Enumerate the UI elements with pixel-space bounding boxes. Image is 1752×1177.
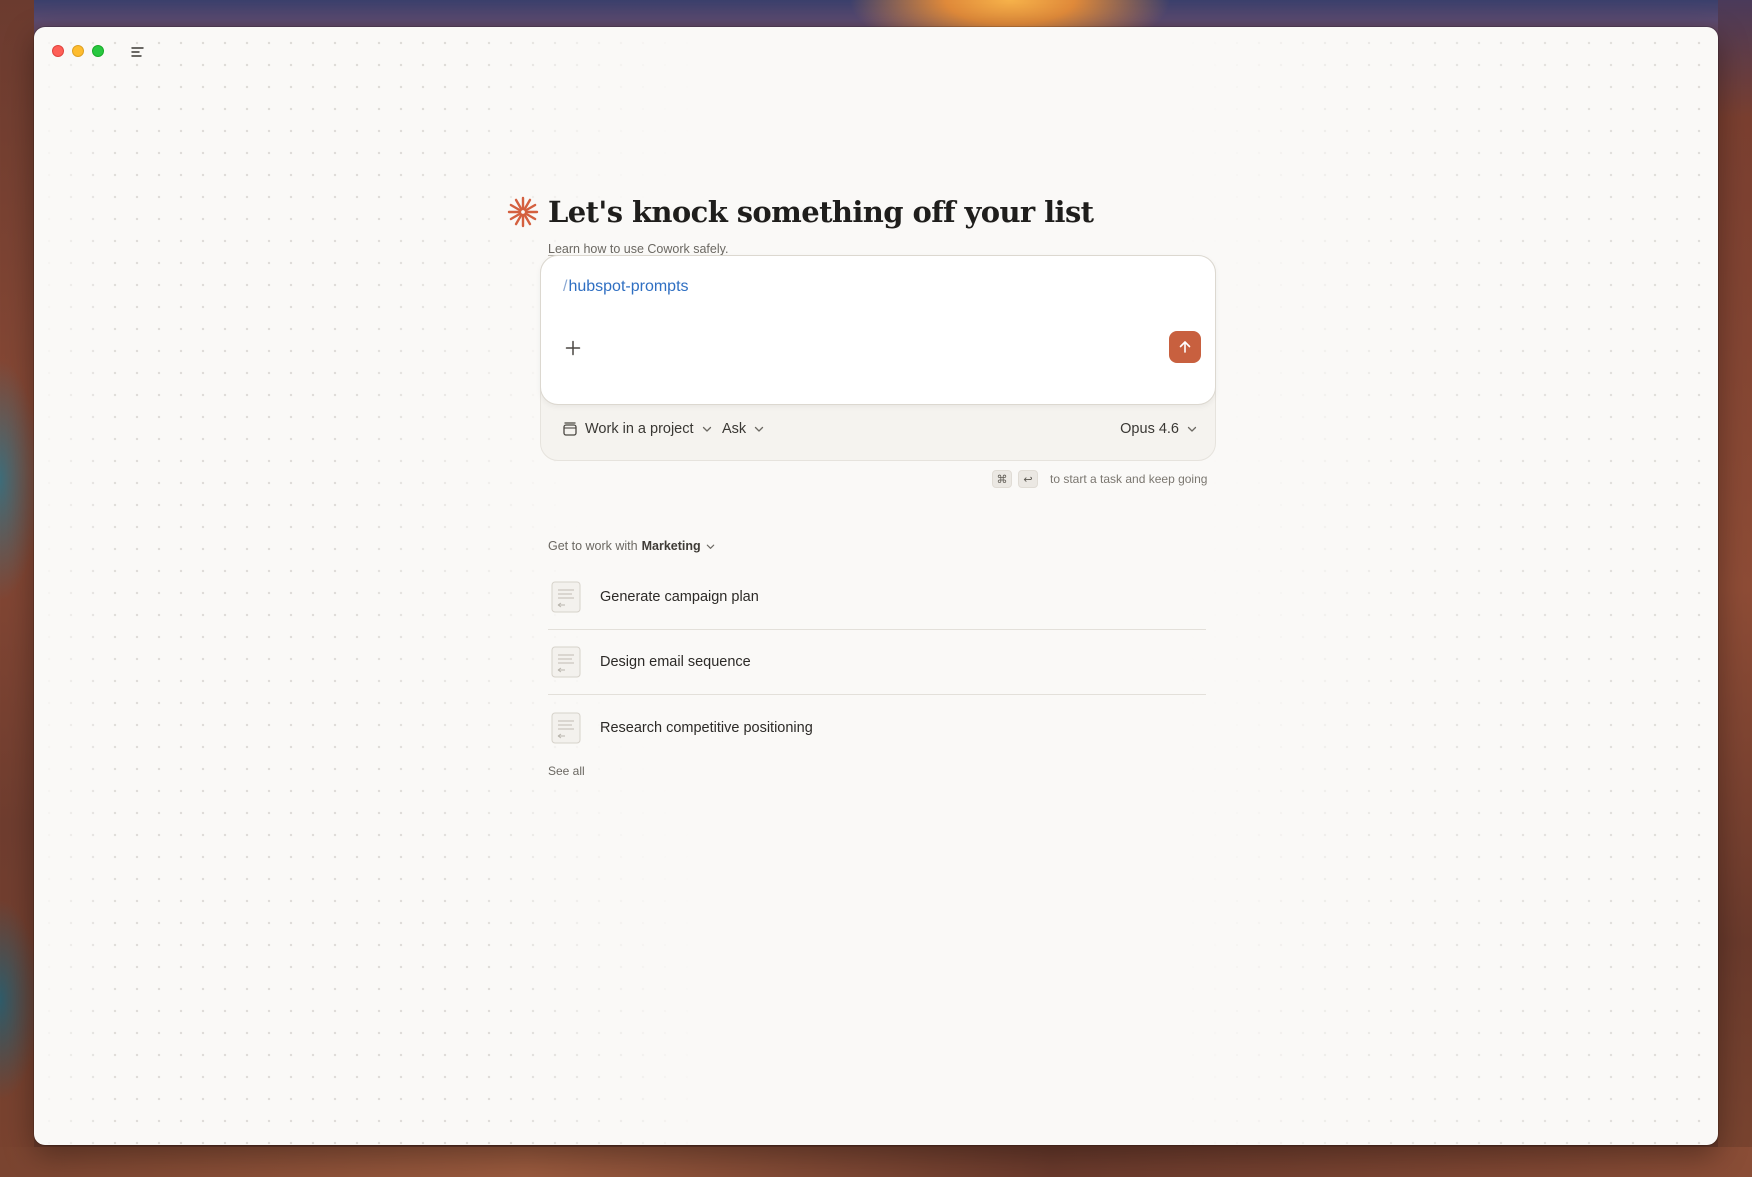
see-all-link[interactable]: See all	[548, 764, 585, 778]
add-attachment-button[interactable]	[561, 336, 585, 360]
command-key-icon: ⌘	[992, 470, 1012, 488]
mode-selector[interactable]: Ask	[722, 421, 765, 437]
send-button[interactable]	[1169, 331, 1201, 363]
project-selector-label: Work in a project	[585, 421, 694, 437]
prompt-input[interactable]: /hubspot-prompts	[563, 278, 689, 296]
keyboard-hint: ⌘ ↩ to start a task and keep going	[992, 470, 1207, 488]
return-key-icon: ↩	[1018, 470, 1038, 488]
suggestion-item[interactable]: Design email sequence	[548, 630, 1206, 695]
main-content: Let's knock something off your list Lear…	[34, 27, 1718, 1145]
prompt-composer[interactable]: /hubspot-prompts	[540, 255, 1216, 405]
suggestion-label: Generate campaign plan	[600, 589, 759, 605]
desktop-wallpaper-left	[0, 0, 34, 1177]
plus-icon	[565, 340, 581, 356]
page-title: Let's knock something off your list	[548, 195, 1094, 229]
hero-header: Let's knock something off your list	[506, 195, 1094, 229]
chevron-down-icon	[755, 426, 764, 432]
arrow-up-icon	[1179, 341, 1191, 353]
keyboard-hint-text: to start a task and keep going	[1050, 472, 1208, 486]
project-selector[interactable]: Work in a project	[562, 421, 713, 437]
suggestion-list: Generate campaign plan Design email sequ…	[548, 565, 1206, 760]
suggestions-prefix: Get to work with	[548, 539, 638, 553]
app-window: Let's knock something off your list Lear…	[34, 27, 1718, 1145]
chevron-down-icon	[1187, 426, 1197, 432]
suggestion-label: Design email sequence	[600, 654, 751, 670]
model-selector-label: Opus 4.6	[1120, 421, 1179, 437]
document-icon	[551, 646, 581, 678]
sparkle-icon	[507, 196, 539, 228]
mode-selector-label: Ask	[722, 421, 747, 437]
suggestions-header: Get to work with Marketing	[548, 539, 716, 553]
composer-toolbar: Work in a project Ask Opus 4.6	[540, 407, 1216, 457]
learn-safety-link[interactable]: Learn how to use Cowork safely.	[548, 242, 728, 256]
document-icon	[551, 581, 581, 613]
suggestion-item[interactable]: Research competitive positioning	[548, 695, 1206, 760]
folder-box-icon	[563, 422, 577, 436]
slash-command-text: hubspot-prompts	[568, 278, 689, 295]
slash-prefix: /	[563, 278, 568, 295]
document-icon	[551, 712, 581, 743]
model-selector[interactable]: Opus 4.6	[1120, 421, 1198, 437]
category-selector[interactable]: Marketing	[642, 539, 701, 553]
suggestion-item[interactable]: Generate campaign plan	[548, 565, 1206, 630]
desktop-wallpaper-bottom	[0, 1147, 1752, 1177]
desktop-wallpaper-right	[1718, 0, 1752, 1177]
chevron-down-icon[interactable]	[705, 541, 716, 552]
suggestion-label: Research competitive positioning	[600, 719, 813, 736]
chevron-down-icon	[702, 426, 711, 432]
